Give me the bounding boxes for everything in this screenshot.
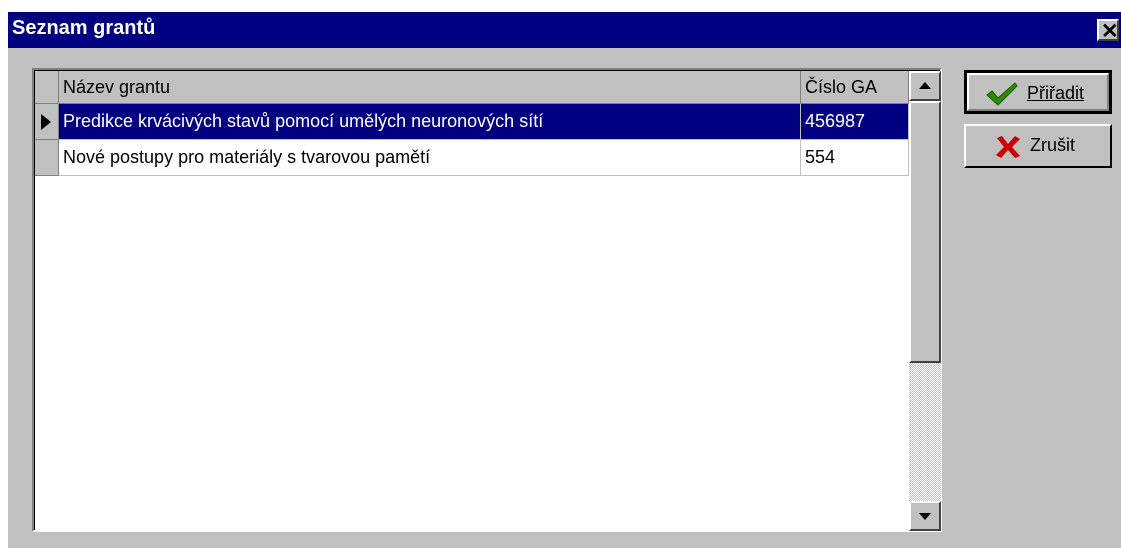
x-icon bbox=[996, 136, 1020, 158]
grant-name-cell[interactable]: Nové postupy pro materiály s tvarovou pa… bbox=[59, 140, 801, 176]
current-row-arrow-icon bbox=[41, 114, 51, 130]
grant-grid[interactable]: Název grantu Číslo GA Predikce krvácivýc… bbox=[32, 68, 942, 532]
assign-button-label: Přiřadit bbox=[1027, 83, 1085, 103]
column-header-name[interactable]: Název grantu bbox=[59, 71, 801, 104]
vertical-scrollbar[interactable] bbox=[909, 71, 941, 531]
close-icon: ✕ bbox=[1101, 20, 1119, 43]
scroll-down-button[interactable] bbox=[909, 501, 941, 531]
table-row[interactable]: Nové postupy pro materiály s tvarovou pa… bbox=[35, 140, 909, 176]
header-indicator-cell bbox=[35, 71, 59, 104]
assign-button[interactable]: Přiřadit bbox=[964, 70, 1112, 114]
grant-number: 456987 bbox=[805, 111, 866, 131]
column-header-number-label: Číslo GA bbox=[805, 77, 878, 97]
grant-number-cell[interactable]: 554 bbox=[801, 140, 909, 176]
arrow-down-icon bbox=[919, 513, 931, 520]
close-button[interactable]: ✕ bbox=[1097, 19, 1119, 43]
title-bar[interactable]: Seznam grantů ✕ bbox=[8, 12, 1121, 48]
cancel-button-label: Zrušit bbox=[1030, 135, 1075, 155]
grant-number-cell[interactable]: 456987 bbox=[801, 104, 909, 140]
scroll-thumb[interactable] bbox=[909, 101, 941, 363]
column-header-name-label: Název grantu bbox=[63, 77, 171, 97]
grant-list-dialog: Seznam grantů ✕ Název grantu Číslo GA Pr… bbox=[8, 12, 1121, 548]
grant-name: Nové postupy pro materiály s tvarovou pa… bbox=[63, 147, 431, 167]
window-title: Seznam grantů bbox=[12, 17, 156, 39]
cancel-button[interactable]: Zrušit bbox=[964, 124, 1112, 168]
grant-name: Predikce krvácivých stavů pomocí umělých… bbox=[63, 111, 544, 131]
checkmark-icon bbox=[986, 82, 1018, 106]
grant-number: 554 bbox=[805, 147, 836, 167]
column-header-number[interactable]: Číslo GA bbox=[801, 71, 909, 104]
table-row[interactable]: Predikce krvácivých stavů pomocí umělých… bbox=[35, 104, 909, 140]
grant-name-cell[interactable]: Predikce krvácivých stavů pomocí umělých… bbox=[59, 104, 801, 140]
arrow-up-icon bbox=[919, 82, 931, 89]
row-indicator bbox=[35, 104, 59, 140]
row-indicator bbox=[35, 140, 59, 176]
scroll-up-button[interactable] bbox=[909, 71, 941, 101]
